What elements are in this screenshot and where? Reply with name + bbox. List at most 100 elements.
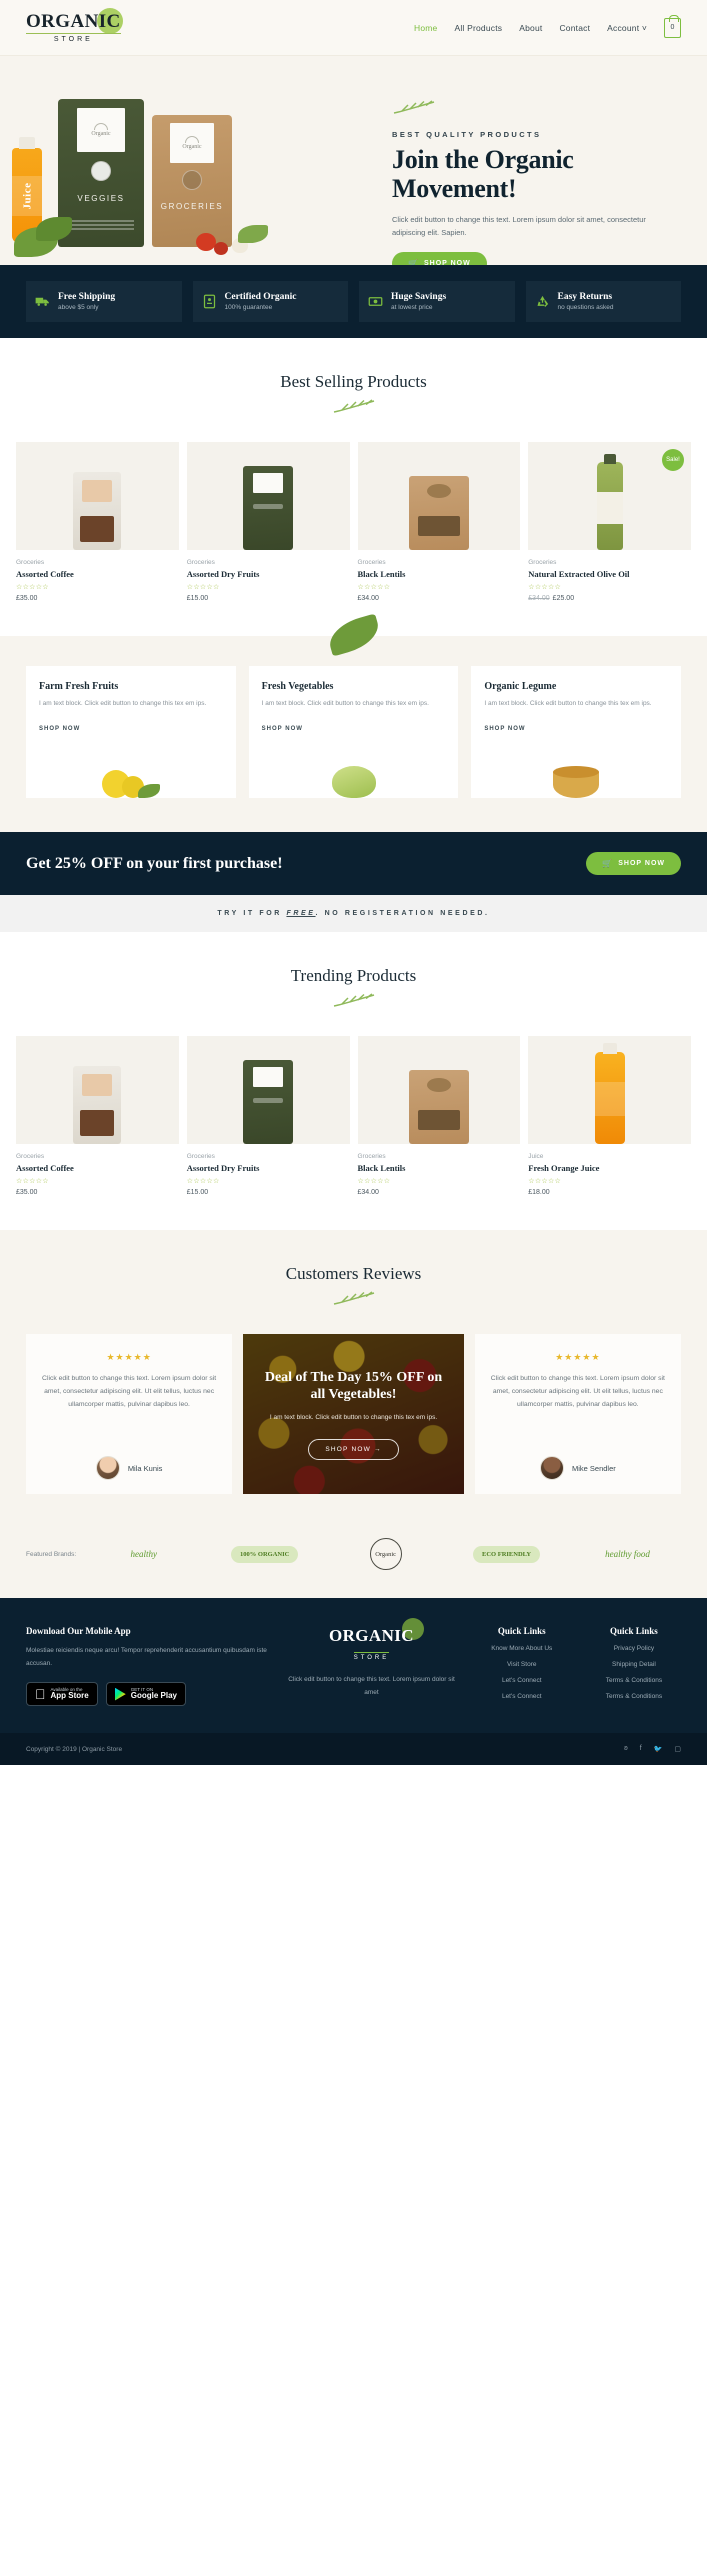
feature-subtitle: above $5 only [58,304,99,311]
nav-item-about[interactable]: About [519,23,542,33]
twitter-icon[interactable]: 🐦 [654,1745,663,1753]
app-store-button[interactable]:  Available on the App Store [26,1682,98,1707]
footer-link[interactable]: Shipping Detail [587,1661,681,1668]
footer-link[interactable]: Terms & Conditions [587,1693,681,1700]
feature-title: Certified Organic [224,292,297,302]
brand-name: healthy food [605,1549,650,1560]
product-card[interactable]: Groceries Assorted Dry Fruits ☆☆☆☆☆ £15.… [186,1036,350,1196]
product-category: Groceries [357,559,386,566]
apple-icon:  [35,1687,46,1701]
category-shop-link[interactable]: SHOP NOW [262,726,303,732]
product-name: Fresh Orange Juice [528,1163,600,1174]
product-price: £34.00 [357,595,379,602]
sprig-divider-icon [333,399,374,413]
deal-shop-now-button[interactable]: SHOP NOW → [308,1438,399,1460]
pouch-label-groceries: Organic [169,122,215,163]
footer-link[interactable]: Privacy Policy [587,1645,681,1652]
brand-logo-eco-friendly[interactable]: ECO FRIENDLY [453,1545,560,1563]
reviews-section: Customers Reviews ★★★★★ Click edit butto… [0,1230,707,1521]
product-card[interactable]: Sale! Groceries Natural Extracted Olive … [528,442,691,602]
footer-logo[interactable]: ORGANIC STORE [329,1618,424,1664]
nav-item-contact[interactable]: Contact [559,23,590,33]
hero-eyebrow: BEST QUALITY PRODUCTS [392,130,542,139]
product-card[interactable]: Groceries Black Lentils ☆☆☆☆☆ £34.00 [357,1036,521,1197]
brand-logo-100-organic[interactable]: 100% ORGANIC [211,1545,318,1563]
behance-icon[interactable]: ʚ [624,1745,628,1753]
feature-subtitle: at lowest price [391,304,433,311]
product-name: Assorted Coffee [16,1163,74,1174]
product-card[interactable]: Groceries Assorted Dry Fruits ☆☆☆☆☆ £15.… [186,442,350,602]
category-image [262,742,446,799]
product-category: Groceries [16,1153,45,1161]
footer-link[interactable]: Let's Connect [475,1677,569,1684]
product-price: £35.00 [16,595,38,602]
product-name: Assorted Dry Fruits [186,1163,260,1174]
nav-item-home[interactable]: Home [414,23,437,33]
feature-subtitle: no questions asked [557,304,614,311]
product-card[interactable]: Groceries Assorted Coffee ☆☆☆☆☆ £35.00 [16,442,179,602]
review-stars: ★★★★★ [555,1352,601,1363]
sprig-divider-icon [333,993,374,1008]
product-card[interactable]: Juice Fresh Orange Juice ☆☆☆☆☆ £18.00 [528,1036,691,1196]
bottle-cap [19,137,35,149]
facebook-icon[interactable]: f [640,1745,642,1753]
google-play-icon [114,1687,126,1701]
footer-link[interactable]: Visit Store [475,1661,569,1668]
sprig-divider-icon [333,1291,374,1306]
category-card-fruits[interactable]: Farm Fresh Fruits I am text block. Click… [26,666,236,799]
organic-arc-icon [184,135,199,143]
category-shop-link[interactable]: SHOP NOW [484,726,525,732]
footer-links-title: Quick Links [497,1626,546,1637]
category-card-vegetables[interactable]: Fresh Vegetables I am text block. Click … [248,666,459,799]
feature-title: Huge Savings [391,292,447,302]
product-image [186,1036,350,1145]
review-text: Click edit button to change this text. L… [42,1375,217,1408]
category-title: Organic Legume [484,681,557,692]
promo-heading: Get 25% OFF on your first purchase! [26,854,283,872]
product-rating-stars: ☆☆☆☆☆ [16,1178,49,1186]
product-rating-stars: ☆☆☆☆☆ [357,584,391,591]
cart-icon[interactable]: 0 [664,14,681,38]
product-card[interactable]: Groceries Black Lentils ☆☆☆☆☆ £34.00 [357,442,521,602]
category-text: I am text block. Click edit button to ch… [484,700,652,707]
cart-icon: 🛒 [408,259,419,265]
google-play-button[interactable]: GET IT ON Google Play [105,1682,186,1707]
reviewer: Mila Kunis [40,1456,218,1481]
bottle-label: Juice [12,176,42,216]
product-card[interactable]: Groceries Assorted Coffee ☆☆☆☆☆ £35.00 [16,1036,179,1196]
footer-link[interactable]: Let's Connect [475,1693,569,1700]
nav-item-account[interactable]: Account ˅ [607,23,647,33]
footer-link[interactable]: Terms & Conditions [587,1677,681,1684]
featured-brands: Featured Brands: healthy 100% ORGANIC Or… [0,1520,707,1599]
certificate-icon [203,294,215,309]
nav-item-all-products[interactable]: All Products [454,23,502,33]
footer-link[interactable]: Know More About Us [475,1645,569,1652]
brand-name: Organic [369,1538,402,1571]
category-shop-link[interactable]: SHOP NOW [39,726,80,732]
review-card-left: ★★★★★ Click edit button to change this t… [26,1334,233,1495]
deal-of-the-day-card[interactable]: Deal of The Day 15% OFF on all Vegetable… [243,1334,464,1495]
social-links: ʚ f 🐦 ▢ [624,1745,681,1753]
product-price: £34.00 [357,1189,379,1197]
avatar [539,1456,564,1481]
site-logo[interactable]: ORGANIC STORE [26,8,123,43]
pouch-detail-lines [68,220,134,232]
brand-logo-organic[interactable]: Organic [332,1538,439,1571]
hero-body-text: Click edit button to change this text. L… [392,215,646,238]
brands-label: Featured Brands: [26,1550,77,1558]
pouch-name-groceries: GROCERIES [160,202,224,212]
instagram-icon[interactable]: ▢ [674,1745,681,1753]
category-image [484,742,668,799]
pouch-seal-icon [91,161,111,182]
promo-shop-now-button[interactable]: 🛒 SHOP NOW [586,852,681,876]
category-title: Fresh Vegetables [261,681,334,692]
reviewer-name: Mike Sendler [571,1463,616,1473]
money-icon [368,297,383,306]
brand-logo-healthy[interactable]: healthy [90,1549,197,1559]
footer-logo-text: Click edit button to change this text. L… [288,1676,455,1696]
brand-logo-healthy-food[interactable]: healthy food [574,1549,681,1559]
hero-shop-now-button[interactable]: 🛒 SHOP NOW [392,252,487,265]
product-category: Groceries [186,1153,215,1161]
category-card-legume[interactable]: Organic Legume I am text block. Click ed… [471,666,682,799]
category-text: I am text block. Click edit button to ch… [39,700,207,707]
